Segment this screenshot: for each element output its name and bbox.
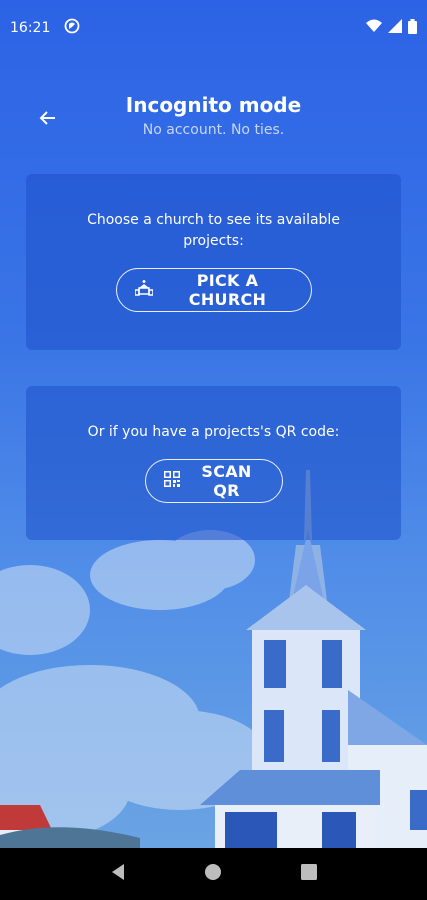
church-icon bbox=[133, 280, 154, 300]
nav-recents-button[interactable] bbox=[297, 862, 321, 886]
qr-code-icon bbox=[163, 471, 180, 491]
pick-church-text: Choose a church to see its available pro… bbox=[87, 212, 340, 249]
scan-qr-label: SCAN QR bbox=[201, 462, 252, 500]
status-bar: 16:21 bbox=[0, 0, 427, 56]
scan-qr-text: Or if you have a projects's QR code: bbox=[87, 424, 340, 440]
wifi-icon bbox=[366, 19, 382, 37]
nav-home-button[interactable] bbox=[201, 862, 225, 886]
triangle-back-icon bbox=[110, 863, 126, 885]
circle-home-icon bbox=[204, 863, 222, 885]
page-subtitle: No account. No ties. bbox=[142, 122, 285, 138]
page-header: Incognito mode No account. No ties. bbox=[0, 92, 427, 138]
page-title: Incognito mode bbox=[125, 93, 302, 117]
signal-icon bbox=[388, 19, 402, 37]
pick-church-card: Choose a church to see its available pro… bbox=[26, 174, 401, 350]
app-screen: 16:21 Incognito mode No account. No ties… bbox=[0, 0, 427, 848]
pick-church-label: PICK A CHURCH bbox=[188, 271, 267, 309]
status-time: 16:21 bbox=[10, 20, 51, 36]
notification-icon bbox=[64, 18, 80, 38]
battery-icon bbox=[408, 18, 417, 38]
scan-qr-button[interactable]: SCAN QR bbox=[144, 459, 283, 503]
pick-church-button[interactable]: PICK A CHURCH bbox=[115, 268, 312, 312]
nav-back-button[interactable] bbox=[106, 862, 130, 886]
square-recents-icon bbox=[301, 864, 318, 884]
system-nav-bar bbox=[0, 848, 427, 900]
scan-qr-card: Or if you have a projects's QR code: SCA… bbox=[26, 386, 401, 540]
